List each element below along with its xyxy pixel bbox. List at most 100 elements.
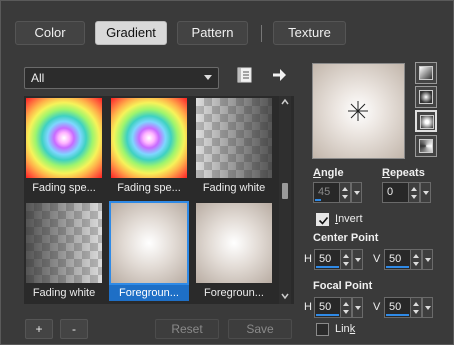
focal-point-label: Focal Point	[313, 280, 373, 292]
sunburst-gradient-style-button[interactable]	[415, 135, 437, 157]
repeats-spinner[interactable]: 0	[382, 182, 431, 203]
center-v-value-bar	[386, 266, 409, 268]
chevron-down-icon	[355, 306, 361, 310]
center-v-dropdown[interactable]	[422, 249, 433, 270]
thumbnail-caption: Foregroun...	[204, 287, 264, 299]
chevron-down-icon	[425, 306, 431, 310]
gradient-thumbnail[interactable]: Foregroun...	[194, 201, 274, 301]
center-h-spinner[interactable]: 50	[314, 249, 363, 270]
focal-v-spinner[interactable]: 50	[384, 297, 433, 318]
invert-checkbox[interactable]	[316, 213, 329, 226]
chevron-down-icon	[423, 191, 429, 195]
repeats-label: Repeats	[382, 167, 425, 179]
thumbnail-scrollbar[interactable]	[279, 96, 291, 304]
center-h-dropdown[interactable]	[352, 249, 363, 270]
rectangular-gradient-style-button[interactable]	[415, 86, 437, 108]
center-h-label: H	[304, 253, 312, 265]
reset-button[interactable]: Reset	[155, 319, 219, 339]
category-selected-value: All	[31, 71, 45, 85]
add-button[interactable]: +	[25, 319, 53, 339]
angle-stepper[interactable]	[340, 182, 351, 203]
center-v-label: V	[373, 253, 381, 265]
rectangular-gradient-icon	[419, 90, 433, 104]
center-point-icon[interactable]	[347, 100, 369, 122]
arrow-up-icon	[343, 302, 349, 306]
save-button[interactable]: Save	[228, 319, 292, 339]
center-v-spinner[interactable]: 50	[384, 249, 433, 270]
checkmark-icon	[318, 216, 329, 225]
arrow-down-icon	[411, 195, 417, 199]
invert-label: Invert	[335, 213, 363, 225]
gradient-thumbnail[interactable]: Fading white	[24, 201, 104, 301]
gradient-thumbnail[interactable]: Fading spe...	[24, 96, 104, 196]
thumbnail-image	[26, 98, 102, 178]
resource-library-icon[interactable]	[236, 66, 254, 84]
arrow-down-icon	[413, 262, 419, 266]
focal-h-stepper[interactable]	[341, 297, 352, 318]
sunburst-gradient-icon	[419, 139, 433, 153]
focal-h-spinner[interactable]: 50	[314, 297, 363, 318]
focal-v-stepper[interactable]	[411, 297, 422, 318]
chevron-down-icon	[204, 75, 212, 80]
center-h-value-bar	[316, 266, 339, 268]
gradient-dialog: Color Gradient Pattern Texture All Fadin…	[0, 0, 454, 345]
angle-dropdown[interactable]	[351, 182, 362, 203]
gradient-thumbnail-selected[interactable]: Foregroun...	[109, 201, 189, 301]
link-label: Link	[335, 323, 356, 335]
thumbnail-caption: Fading spe...	[32, 182, 96, 194]
thumbnail-image	[26, 203, 102, 283]
center-point-label: Center Point	[313, 232, 379, 244]
repeats-dropdown[interactable]	[420, 182, 431, 203]
scrollbar-thumb[interactable]	[282, 183, 288, 199]
tab-gradient[interactable]: Gradient	[95, 21, 167, 45]
focal-v-label: V	[373, 301, 381, 313]
thumbnail-caption: Fading white	[32, 287, 96, 299]
chevron-down-icon	[425, 258, 431, 262]
tab-texture[interactable]: Texture	[273, 21, 346, 45]
gradient-thumbnail[interactable]: Fading spe...	[109, 96, 189, 196]
angle-spinner[interactable]: 45	[313, 182, 362, 203]
thumbnail-caption: Fading spe...	[117, 182, 181, 194]
focal-h-dropdown[interactable]	[352, 297, 363, 318]
arrow-up-icon	[411, 187, 417, 191]
thumbnail-image	[111, 98, 187, 178]
focal-v-dropdown[interactable]	[422, 297, 433, 318]
linear-gradient-style-button[interactable]	[415, 62, 437, 84]
angle-value-bar	[315, 199, 321, 201]
radial-gradient-style-button[interactable]	[415, 110, 437, 132]
tab-separator	[261, 25, 262, 42]
thumbnail-caption: Foregroun...	[119, 287, 179, 299]
tab-pattern[interactable]: Pattern	[177, 21, 248, 45]
chevron-down-icon	[354, 191, 360, 195]
thumbnail-image	[109, 201, 189, 285]
arrow-down-icon	[343, 310, 349, 314]
arrow-up-icon	[342, 187, 348, 191]
gradient-preview[interactable]	[312, 63, 405, 159]
arrow-up-icon	[413, 302, 419, 306]
thumbnail-image	[196, 203, 272, 283]
arrow-up-icon	[413, 254, 419, 258]
center-v-stepper[interactable]	[411, 249, 422, 270]
arrow-down-icon	[342, 195, 348, 199]
thumbnail-caption: Fading white	[202, 182, 266, 194]
thumbnail-image	[196, 98, 272, 178]
angle-label: Angle	[313, 167, 344, 179]
repeats-field[interactable]: 0	[382, 182, 409, 203]
center-h-stepper[interactable]	[341, 249, 352, 270]
remove-button[interactable]: -	[60, 319, 88, 339]
focal-h-label: H	[304, 301, 312, 313]
focal-v-value-bar	[386, 314, 409, 316]
arrow-right-icon[interactable]	[271, 65, 289, 85]
chevron-down-icon	[355, 258, 361, 262]
tab-color[interactable]: Color	[15, 21, 85, 45]
gradient-thumbnail[interactable]: Fading white	[194, 96, 274, 196]
gradient-thumbnail-grid: Fading spe... Fading spe... Fading white…	[24, 96, 294, 304]
focal-h-value-bar	[316, 314, 339, 316]
scroll-up-icon[interactable]	[281, 98, 289, 106]
arrow-up-icon	[343, 254, 349, 258]
scroll-down-icon[interactable]	[281, 292, 289, 300]
repeats-stepper[interactable]	[409, 182, 420, 203]
link-checkbox[interactable]	[316, 323, 329, 336]
category-dropdown[interactable]: All	[24, 67, 219, 89]
arrow-down-icon	[413, 310, 419, 314]
